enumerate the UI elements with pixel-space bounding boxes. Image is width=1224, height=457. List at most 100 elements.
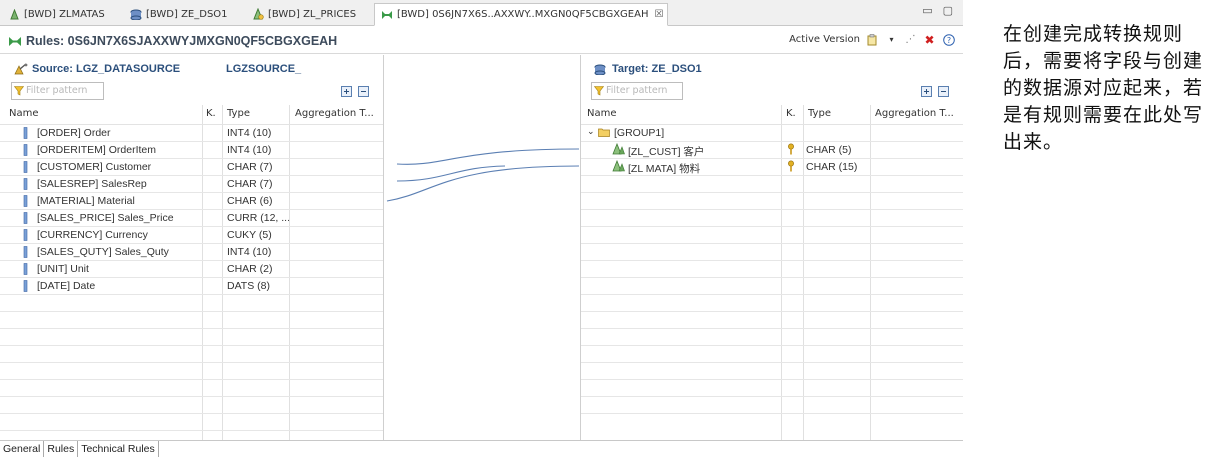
empty-row bbox=[581, 295, 963, 312]
field-type: CHAR (7) bbox=[227, 161, 273, 173]
maximize-icon[interactable]: ▢ bbox=[943, 4, 953, 17]
empty-row bbox=[581, 380, 963, 397]
field-type: DATS (8) bbox=[227, 280, 270, 292]
key-icon bbox=[787, 143, 795, 158]
field-icon bbox=[23, 229, 28, 241]
empty-row bbox=[581, 363, 963, 380]
source-filter-input[interactable]: Filter pattern bbox=[11, 82, 104, 100]
field-name: [ORDER] Order bbox=[37, 127, 111, 139]
field-type: CHAR (7) bbox=[227, 178, 273, 190]
target-fields-table: Name K. Type Aggregation T... ⌄ [GROUP1]… bbox=[581, 105, 963, 414]
tab-rules-active[interactable]: [BWD] 0S6JN7X6S..AXXWY..MXGN0QF5CBGXGEAH… bbox=[374, 3, 668, 26]
field-name: [ZL_CUST] 客户 bbox=[628, 146, 705, 158]
column-header-name[interactable]: Name bbox=[9, 108, 39, 119]
empty-row bbox=[0, 363, 383, 380]
version-menu-icon[interactable] bbox=[866, 33, 879, 46]
table-row[interactable]: [ORDERITEM] OrderItem INT4 (10) bbox=[0, 142, 383, 159]
source-panel: Source: LGZ_DATASOURCE LGZSOURCE_ Filter… bbox=[0, 55, 384, 440]
column-header-key[interactable]: K. bbox=[206, 108, 216, 119]
empty-row bbox=[0, 312, 383, 329]
close-tab-icon[interactable]: ☒ bbox=[654, 9, 663, 20]
field-icon bbox=[23, 144, 28, 156]
table-header: Name K. Type Aggregation T... bbox=[581, 105, 963, 125]
active-version-label: Active Version bbox=[789, 34, 860, 45]
delete-icon[interactable]: ✖ bbox=[923, 33, 936, 47]
field-name: [CURRENCY] Currency bbox=[37, 229, 148, 241]
column-header-type[interactable]: Type bbox=[227, 108, 250, 119]
empty-row bbox=[0, 380, 383, 397]
expand-all-icon[interactable] bbox=[341, 86, 352, 97]
tab-zl-prices[interactable]: [BWD] ZL_PRICES bbox=[246, 3, 372, 25]
mapping-line-customer bbox=[396, 148, 580, 165]
infoobject-icon bbox=[612, 160, 625, 175]
field-icon bbox=[23, 280, 28, 292]
field-name: [CUSTOMER] Customer bbox=[37, 161, 152, 173]
filter-icon bbox=[13, 86, 25, 102]
filter-icon bbox=[593, 86, 605, 102]
column-header-type[interactable]: Type bbox=[808, 108, 831, 119]
tab-zlmatas[interactable]: [BWD] ZLMATAS bbox=[2, 3, 120, 25]
field-type: CHAR (2) bbox=[227, 263, 273, 275]
field-name: [ORDERITEM] OrderItem bbox=[37, 144, 157, 156]
editor-bottom-tabs: General Rules Technical Rules bbox=[0, 440, 963, 457]
table-row[interactable]: [ZL MATA] 物料 CHAR (15) bbox=[581, 159, 963, 176]
empty-row bbox=[581, 397, 963, 414]
more-options-icon[interactable]: ⋰ bbox=[904, 33, 917, 46]
table-row[interactable]: [MATERIAL] Material CHAR (6) bbox=[0, 193, 383, 210]
chevron-down-icon[interactable]: ⌄ bbox=[587, 126, 595, 137]
empty-row bbox=[0, 397, 383, 414]
field-name: [DATE] Date bbox=[37, 280, 96, 292]
empty-row bbox=[0, 329, 383, 346]
collapse-all-icon[interactable] bbox=[938, 86, 949, 97]
empty-row bbox=[0, 295, 383, 312]
target-panel: Target: ZE_DSO1 Filter pattern Name K. T… bbox=[580, 55, 963, 440]
help-icon[interactable]: ? bbox=[942, 33, 955, 46]
field-name: [UNIT] Unit bbox=[37, 263, 89, 275]
empty-row bbox=[581, 210, 963, 227]
rules-icon bbox=[381, 9, 393, 21]
mapping-lines bbox=[386, 148, 580, 202]
datastore-icon bbox=[594, 63, 608, 75]
infoobject-icon bbox=[252, 8, 264, 20]
column-header-aggregation[interactable]: Aggregation T... bbox=[295, 108, 374, 119]
field-icon bbox=[23, 161, 28, 173]
rules-icon bbox=[8, 36, 22, 50]
table-row[interactable]: [ORDER] Order INT4 (10) bbox=[0, 125, 383, 142]
table-row[interactable]: [DATE] Date DATS (8) bbox=[0, 278, 383, 295]
field-type: CUKY (5) bbox=[227, 229, 272, 241]
field-icon bbox=[23, 195, 28, 207]
key-icon bbox=[787, 160, 795, 175]
table-row[interactable]: [CURRENCY] Currency CUKY (5) bbox=[0, 227, 383, 244]
table-row[interactable]: [SALES_PRICE] Sales_Price CURR (12, ... bbox=[0, 210, 383, 227]
minimize-icon[interactable]: ▭ bbox=[922, 4, 932, 17]
field-name: [SALES_QUTY] Sales_Quty bbox=[37, 246, 169, 258]
target-title: Target: ZE_DSO1 bbox=[594, 63, 702, 75]
target-filter-input[interactable]: Filter pattern bbox=[591, 82, 683, 100]
field-type: CHAR (5) bbox=[806, 144, 852, 156]
field-name: [SALES_PRICE] Sales_Price bbox=[37, 212, 174, 224]
empty-row bbox=[581, 193, 963, 210]
column-header-key[interactable]: K. bbox=[786, 108, 796, 119]
table-row[interactable]: [ZL_CUST] 客户 CHAR (5) bbox=[581, 142, 963, 159]
table-row[interactable]: [UNIT] Unit CHAR (2) bbox=[0, 261, 383, 278]
field-type: INT4 (10) bbox=[227, 127, 272, 139]
table-row[interactable]: [SALESREP] SalesRep CHAR (7) bbox=[0, 176, 383, 193]
chevron-down-icon[interactable]: ▾ bbox=[885, 33, 898, 46]
tab-technical-rules[interactable]: Technical Rules bbox=[78, 441, 159, 457]
collapse-all-icon[interactable] bbox=[358, 86, 369, 97]
tab-general[interactable]: General bbox=[0, 441, 45, 457]
table-row[interactable]: [CUSTOMER] Customer CHAR (7) bbox=[0, 159, 383, 176]
column-header-aggregation[interactable]: Aggregation T... bbox=[875, 108, 954, 119]
expand-all-icon[interactable] bbox=[921, 86, 932, 97]
empty-row bbox=[0, 346, 383, 363]
editor-tab-bar: [BWD] ZLMATAS [BWD] ZE_DSO1 [BWD] ZL_PRI… bbox=[0, 0, 963, 26]
field-name: [ZL MATA] 物料 bbox=[628, 163, 701, 175]
column-header-name[interactable]: Name bbox=[587, 108, 617, 119]
tab-rules[interactable]: Rules bbox=[44, 441, 79, 457]
tab-ze-dso1[interactable]: [BWD] ZE_DSO1 bbox=[124, 3, 244, 25]
tab-label: [BWD] ZLMATAS bbox=[24, 8, 105, 20]
table-row[interactable]: [SALES_QUTY] Sales_Quty INT4 (10) bbox=[0, 244, 383, 261]
field-icon bbox=[23, 212, 28, 224]
group-label: [GROUP1] bbox=[614, 127, 665, 139]
group-row[interactable]: ⌄ [GROUP1] bbox=[581, 125, 963, 142]
